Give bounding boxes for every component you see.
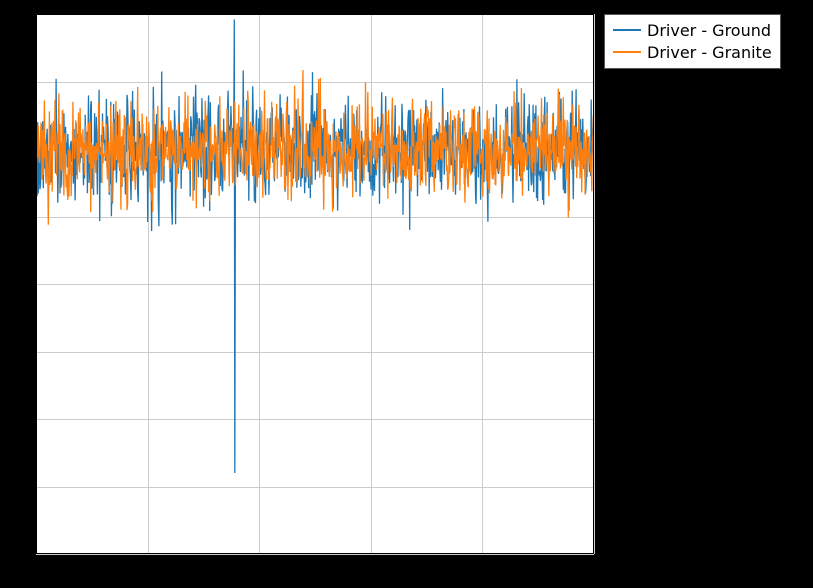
legend-swatch-icon [613, 51, 641, 53]
legend-label: Driver - Granite [647, 43, 772, 62]
axis-spine [36, 14, 594, 15]
series-layer [0, 0, 813, 588]
legend-item: Driver - Granite [613, 41, 772, 63]
axis-spine [36, 14, 37, 554]
legend-item: Driver - Ground [613, 19, 772, 41]
legend-swatch-icon [613, 29, 641, 31]
axis-spine [593, 14, 594, 554]
legend: Driver - Ground Driver - Granite [604, 14, 781, 69]
axis-spine [36, 553, 594, 554]
series-line [36, 19, 594, 473]
legend-label: Driver - Ground [647, 21, 771, 40]
